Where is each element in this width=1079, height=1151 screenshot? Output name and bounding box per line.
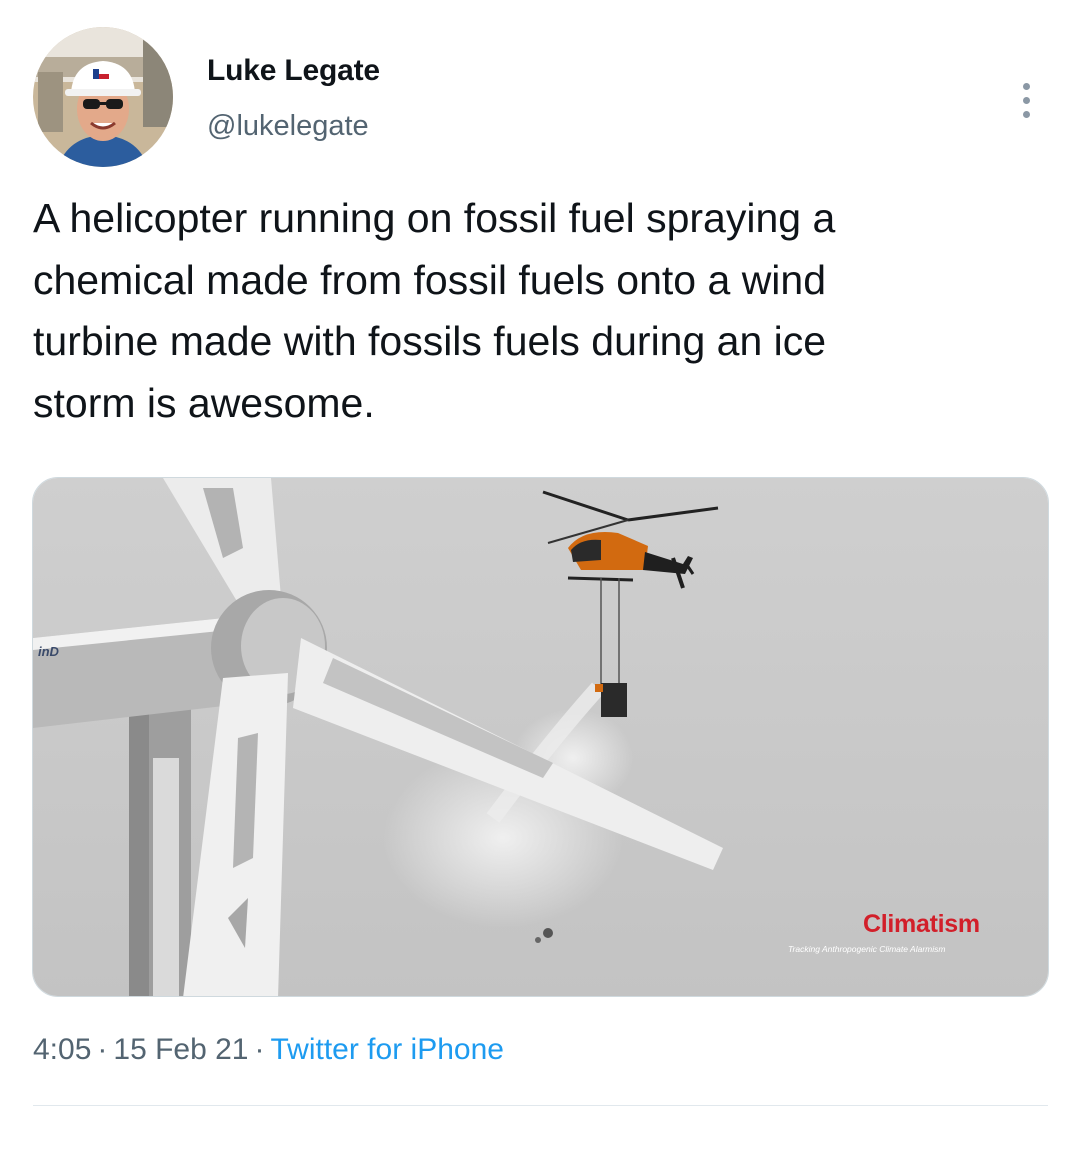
watermark-title: Climatism: [863, 910, 980, 938]
tweet-text: A helicopter running on fossil fuel spra…: [33, 195, 836, 426]
more-options-button[interactable]: [1006, 78, 1046, 122]
tweet-media-image[interactable]: inD Climatism Tracking Anthropogenic Cli…: [32, 477, 1049, 997]
tweet-card: Luke Legate @lukelegate A helicopter run…: [0, 0, 1079, 1151]
tweet-meta: 4:05 · 15 Feb 21 · Twitter for iPhone: [33, 1033, 504, 1067]
avatar-photo: [33, 27, 173, 167]
tweet-time[interactable]: 4:05: [33, 1033, 91, 1066]
author-handle[interactable]: @lukelegate: [207, 110, 369, 143]
meta-separator: ·: [97, 1033, 108, 1066]
tweet-date[interactable]: 15 Feb 21: [113, 1033, 248, 1066]
divider: [33, 1105, 1048, 1106]
tweet-source-link[interactable]: Twitter for iPhone: [271, 1033, 504, 1066]
avatar[interactable]: [33, 27, 173, 167]
watermark-subtitle: Tracking Anthropogenic Climate Alarmism: [788, 944, 946, 954]
meta-separator: ·: [254, 1033, 265, 1066]
nacelle-logo: inD: [38, 644, 60, 659]
author-display-name[interactable]: Luke Legate: [207, 54, 380, 88]
